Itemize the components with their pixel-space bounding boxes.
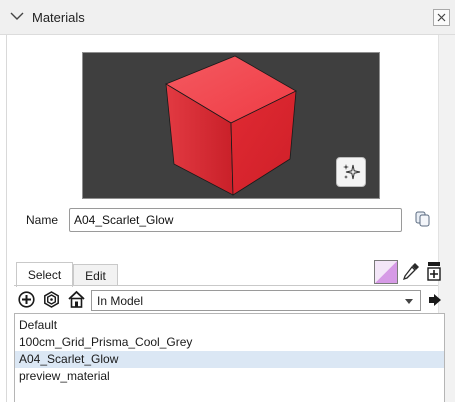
add-icon[interactable] (18, 291, 35, 308)
tab-select[interactable]: Select (16, 262, 73, 287)
home-icon[interactable] (67, 290, 86, 309)
sparkle-icon (343, 164, 361, 180)
cube-preview (165, 55, 297, 196)
name-label: Name (26, 213, 59, 227)
tab-edit[interactable]: Edit (73, 264, 118, 286)
list-item-scarlet-glow[interactable]: A04_Scarlet_Glow (15, 351, 444, 368)
panel-title: Materials (32, 10, 85, 25)
tab-strip-divider (14, 285, 438, 286)
paint-swatch-icon[interactable] (374, 260, 398, 284)
in-model-icon[interactable] (43, 291, 60, 308)
close-icon (437, 13, 446, 22)
collection-value: In Model (97, 294, 144, 308)
panel-header: Materials (0, 0, 455, 35)
collection-dropdown[interactable]: In Model (91, 290, 421, 311)
secondary-pane-icon[interactable] (427, 261, 441, 281)
duplicate-material-icon[interactable] (414, 210, 432, 228)
list-item-preview-material[interactable]: preview_material (15, 368, 444, 385)
details-arrow-icon[interactable] (428, 293, 442, 307)
materials-list: Default 100cm_Grid_Prisma_Cool_Grey A04_… (14, 313, 445, 402)
material-name-input[interactable] (69, 208, 402, 232)
close-button[interactable] (433, 9, 450, 26)
panel-left-border (6, 35, 7, 402)
dropdown-arrow-icon (405, 299, 413, 304)
material-preview (82, 52, 380, 199)
list-item-grid-prisma[interactable]: 100cm_Grid_Prisma_Cool_Grey (15, 334, 444, 351)
list-item-default[interactable]: Default (15, 317, 444, 334)
preview-options-button[interactable] (336, 157, 366, 187)
eyedropper-icon[interactable] (401, 261, 421, 281)
chevron-down-icon[interactable] (10, 11, 24, 21)
